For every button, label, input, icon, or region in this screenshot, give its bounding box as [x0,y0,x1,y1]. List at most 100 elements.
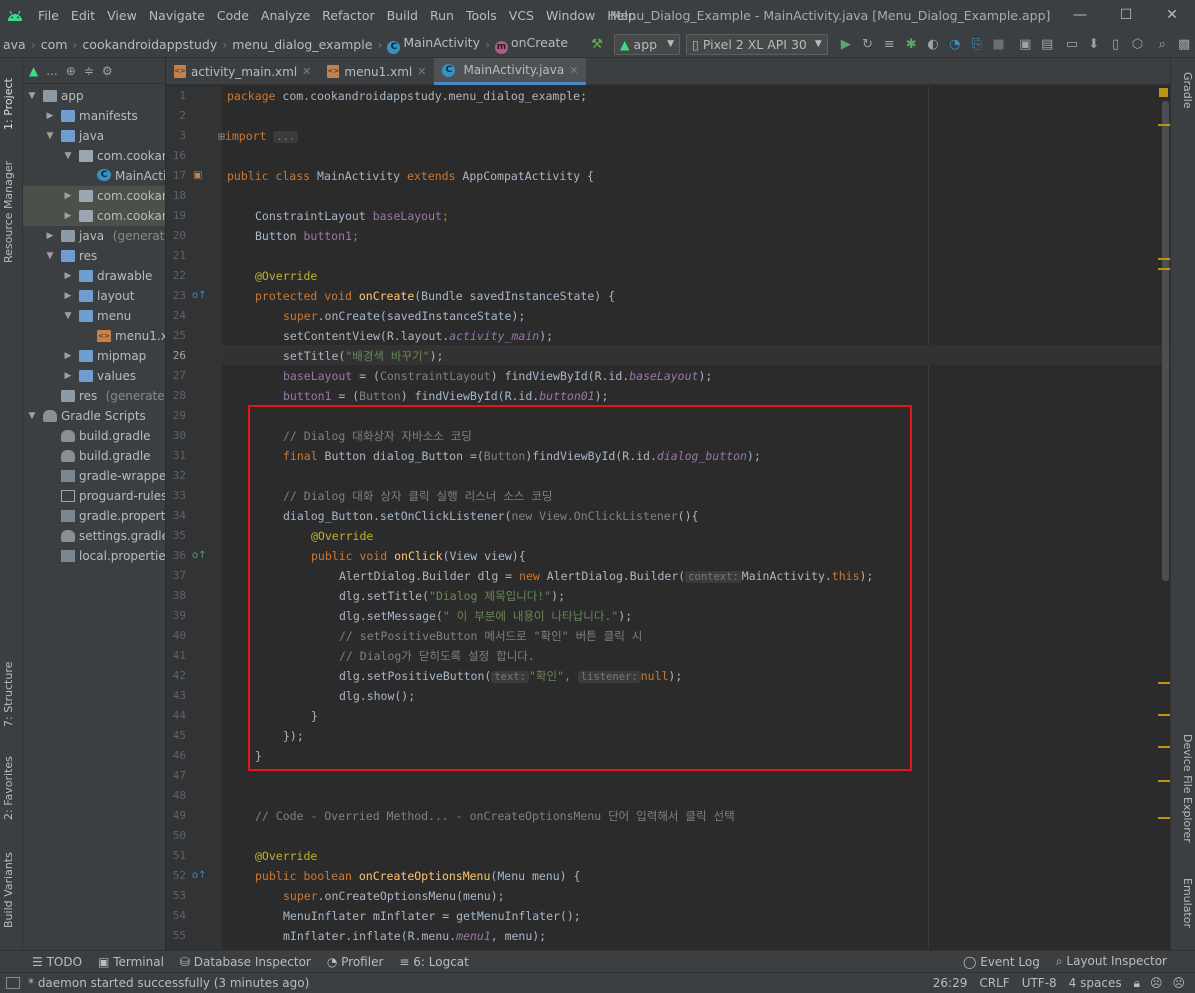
tree-item[interactable]: build.gradle(Project [23,426,165,446]
menu-vcs[interactable]: VCS [503,0,540,31]
warning-marker[interactable] [1158,780,1170,782]
menu-file[interactable]: File [32,0,65,31]
tab-structure[interactable]: 7: Structure [2,654,22,734]
close-icon[interactable]: ✕ [417,65,426,78]
tab-emulator[interactable]: Emulator [1174,878,1194,940]
warning-marker[interactable] [1158,682,1170,684]
chevron-right-icon[interactable]: ▶ [45,106,55,126]
tree-item[interactable]: ▶ drawable [23,266,165,286]
maximize-button[interactable]: ☐ [1103,0,1149,31]
apply-code-icon[interactable]: ≡ [879,33,899,55]
tree-item[interactable]: ▼ menu [23,306,165,326]
locate-icon[interactable]: ⊕ [66,64,76,78]
tree-item[interactable]: settings.gradle( [23,526,165,546]
chevron-down-icon[interactable]: ▼ [63,146,73,166]
tab-activity-main-xml[interactable]: <> activity_main.xml ✕ [166,58,319,85]
menu-code[interactable]: Code [211,0,255,31]
warning-marker[interactable] [1158,124,1170,126]
tool-database-inspector[interactable]: ⛁ Database Inspector [172,955,319,969]
file-encoding[interactable]: UTF-8 [1022,976,1057,990]
run-config-select[interactable]: ▲ app ▼ [613,33,680,55]
close-button[interactable]: ✕ [1149,0,1195,31]
close-icon[interactable]: ✕ [302,65,311,78]
tree-item[interactable]: ▼ com.cookandroidappstudy [23,146,165,166]
breadcrumb-item[interactable]: cookandroidappstudy [79,37,220,52]
minimize-button[interactable]: — [1057,0,1103,31]
menu-view[interactable]: View [101,0,143,31]
panel-toggle-icon[interactable] [6,977,20,989]
chevron-right-icon[interactable]: ▶ [63,186,73,206]
tree-item[interactable]: proguard-rules.pro [23,486,165,506]
tree-item[interactable]: gradle.properties [23,506,165,526]
collapse-icon[interactable]: ≑ [84,64,94,78]
scroll-thumb[interactable] [1162,101,1169,581]
tree-item[interactable]: ▶ com.cookandroidappstudy [23,186,165,206]
warning-marker[interactable] [1158,714,1170,716]
debug-icon[interactable]: ✱ [901,33,921,55]
view-mode-select[interactable]: ... [46,64,57,78]
tab-mainactivity-java[interactable]: C MainActivity.java ✕ [434,58,587,85]
search-icon[interactable]: ⌕ [1152,33,1172,55]
sdk-manager-icon[interactable]: ⬇ [1084,33,1104,55]
attach-debugger-icon[interactable]: ◐ [923,33,943,55]
caret-position[interactable]: 26:29 [933,976,968,990]
profile-icon[interactable]: ◔ [945,33,965,55]
tree-item[interactable]: gradle-wrapper.properties [23,466,165,486]
breadcrumb-method[interactable]: m onCreate [492,35,571,54]
folded-imports[interactable]: ... [273,131,299,143]
chevron-down-icon[interactable]: ▼ [27,86,37,106]
tool-terminal[interactable]: ▣ Terminal [90,955,172,969]
apply-changes-icon[interactable]: ↻ [858,33,878,55]
chevron-right-icon[interactable]: ▶ [63,266,73,286]
warning-marker[interactable] [1158,268,1170,270]
fold-icon[interactable]: ⊞ [218,129,225,143]
breadcrumb-item[interactable]: com [38,37,71,52]
tool-logcat[interactable]: ≡ 6: Logcat [391,955,476,969]
menu-refactor[interactable]: Refactor [316,0,380,31]
chevron-right-icon[interactable]: ▶ [63,346,73,366]
menu-run[interactable]: Run [424,0,460,31]
tab-build-variants[interactable]: Build Variants [2,844,22,936]
stop-icon[interactable]: ■ [989,33,1009,55]
tree-item[interactable]: ▼ res [23,246,165,266]
chevron-down-icon[interactable]: ▼ [63,306,73,326]
menu-build[interactable]: Build [381,0,424,31]
override-icon[interactable]: o↑ [192,550,207,561]
assistant-icon[interactable]: ⬡ [1128,33,1148,55]
tab-resource-manager[interactable]: Resource Manager [2,154,22,269]
tree-item[interactable]: <> menu1.xml [23,326,165,346]
avd-manager-icon[interactable]: ▯ [1106,33,1126,55]
warning-marker[interactable] [1158,746,1170,748]
warning-marker[interactable] [1158,258,1170,260]
chevron-right-icon[interactable]: ▶ [63,206,73,226]
indent-setting[interactable]: 4 spaces [1069,976,1122,990]
tree-item[interactable]: ▶ values [23,366,165,386]
tool-layout-inspector[interactable]: ⌕ Layout Inspector [1048,954,1175,969]
tree-item[interactable]: C MainActivity [23,166,165,186]
tab-device-file-explorer[interactable]: Device File Explorer [1174,734,1194,854]
tree-item[interactable]: ▶ mipmap [23,346,165,366]
line-separator[interactable]: CRLF [979,976,1009,990]
tree-item[interactable]: ▶ manifests [23,106,165,126]
tab-favorites[interactable]: 2: Favorites [2,748,22,828]
tree-item[interactable]: ▶ com.cookandroidappstudy [23,206,165,226]
xml-layout-icon[interactable]: ▣ [193,170,202,181]
tool-profiler[interactable]: ◔ Profiler [319,955,392,969]
attach-icon[interactable]: ⎘ [967,33,987,55]
warning-indicator-icon[interactable] [1159,88,1168,97]
inspector-face-icon[interactable]: ☹ [1150,976,1163,990]
menu-navigate[interactable]: Navigate [143,0,211,31]
menu-window[interactable]: Window [540,0,601,31]
account-icon[interactable]: ▩ [1174,33,1194,55]
chevron-right-icon[interactable]: ▶ [45,226,55,246]
tree-item[interactable]: local.properties [23,546,165,566]
chevron-down-icon[interactable]: ▼ [27,406,37,426]
tab-menu1-xml[interactable]: <> menu1.xml ✕ [319,58,434,85]
override-icon[interactable]: o↑ [192,870,207,881]
notifications-icon[interactable]: ☹ [1172,976,1185,990]
menu-analyze[interactable]: Analyze [255,0,316,31]
breadcrumb-item[interactable]: menu_dialog_example [229,37,375,52]
tree-item[interactable]: ▼ Gradle Scripts [23,406,165,426]
hammer-icon[interactable]: ⚒ [587,33,607,55]
tab-gradle[interactable]: Gradle [1174,72,1194,122]
